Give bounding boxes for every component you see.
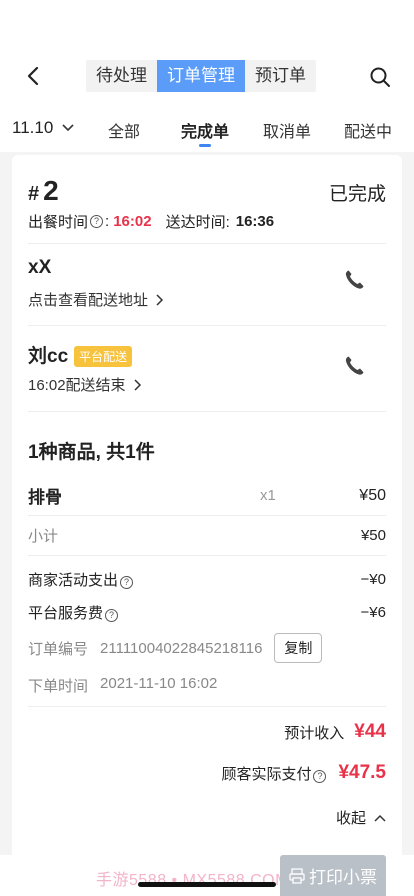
merchant-promo-label: 商家活动支出? bbox=[28, 569, 135, 590]
subtotal-value: ¥50 bbox=[360, 527, 386, 544]
order-card: #2 已完成 出餐时间 ? : 16:02 送达时间: 16:36 xX 点击查… bbox=[12, 155, 402, 896]
divider bbox=[28, 706, 386, 707]
service-fee-value: −¥6 bbox=[360, 604, 386, 621]
merchant-promo-label-text: 商家活动支出 bbox=[28, 572, 119, 589]
item-row: 排骨 x1 ¥50 bbox=[28, 483, 386, 508]
help-icon[interactable]: ? bbox=[313, 769, 327, 783]
phone-icon[interactable] bbox=[342, 354, 366, 378]
header-segmented-control: 待处理 订单管理 预订单 bbox=[86, 60, 316, 92]
chevron-right-icon bbox=[156, 293, 164, 306]
address-link[interactable]: 点击查看配送地址 bbox=[28, 289, 164, 310]
order-time-row: 下单时间 2021-11-10 16:02 bbox=[28, 675, 217, 696]
chevron-right-icon bbox=[134, 378, 141, 391]
est-income-value: ¥44 bbox=[354, 721, 386, 742]
subtotal-row: 小计 ¥50 bbox=[28, 525, 386, 546]
paid-label-text: 顾客实际支付 bbox=[221, 765, 312, 783]
chevron-up-icon bbox=[374, 814, 386, 822]
meal-time: 16:02 bbox=[113, 213, 152, 230]
service-fee-label-text: 平台服务费 bbox=[28, 605, 104, 622]
delivery-time-label: 送达时间: bbox=[165, 214, 230, 231]
paid-row: 顾客实际支付? ¥47.5 bbox=[221, 762, 386, 784]
order-time-label: 下单时间 bbox=[28, 678, 89, 695]
collapse-button[interactable]: 收起 bbox=[336, 807, 386, 828]
order-number-value: 2 bbox=[43, 175, 59, 206]
divider bbox=[28, 325, 386, 326]
paid-label: 顾客实际支付? bbox=[221, 763, 328, 784]
top-bar: 待处理 订单管理 预订单 11.10 全部 完成单 取消单 配送中 bbox=[0, 0, 414, 152]
print-receipt-button[interactable]: 打印小票 bbox=[280, 855, 386, 896]
item-price: ¥50 bbox=[359, 486, 386, 504]
est-income-row: 预计收入 ¥44 bbox=[284, 721, 386, 743]
tab-completed[interactable]: 完成单 bbox=[181, 118, 229, 142]
order-number: #2 bbox=[28, 175, 59, 207]
home-indicator bbox=[138, 882, 276, 887]
copy-button[interactable]: 复制 bbox=[274, 633, 323, 663]
est-income-label: 预计收入 bbox=[284, 724, 345, 742]
collapse-label: 收起 bbox=[335, 810, 366, 827]
order-id-row: 订单编号 21111004022845218116 复制 bbox=[28, 633, 323, 663]
service-fee-label: 平台服务费? bbox=[28, 602, 120, 623]
merchant-promo-value: −¥0 bbox=[360, 571, 386, 588]
help-icon[interactable]: ? bbox=[120, 576, 134, 589]
divider bbox=[28, 555, 386, 556]
meal-time-label: 出餐时间 bbox=[28, 214, 89, 231]
paid-value: ¥47.5 bbox=[338, 762, 386, 783]
tab-cancelled[interactable]: 取消单 bbox=[263, 118, 311, 142]
help-icon[interactable]: ? bbox=[105, 609, 119, 622]
help-icon[interactable]: ? bbox=[90, 215, 104, 228]
customer-name: xX bbox=[28, 257, 52, 278]
order-number-prefix: # bbox=[28, 183, 40, 205]
item-qty: x1 bbox=[260, 487, 276, 504]
back-arrow-icon[interactable] bbox=[22, 64, 46, 88]
divider bbox=[28, 515, 386, 516]
rider-name: 刘cc 平台配送 bbox=[28, 341, 133, 368]
active-tab-indicator bbox=[199, 144, 211, 147]
order-id-value: 21111004022845218116 bbox=[100, 639, 263, 657]
delivery-time: 16:36 bbox=[235, 213, 275, 230]
order-status: 已完成 bbox=[328, 184, 386, 205]
rider-name-text: 刘cc bbox=[28, 346, 69, 367]
merchant-promo-row: 商家活动支出? −¥0 bbox=[28, 569, 386, 590]
item-name: 排骨 bbox=[28, 488, 62, 507]
search-icon[interactable] bbox=[368, 65, 392, 89]
tab-all[interactable]: 全部 bbox=[108, 118, 140, 142]
order-times: 出餐时间 ? : 16:02 送达时间: 16:36 bbox=[28, 213, 275, 231]
printer-icon bbox=[289, 867, 305, 884]
service-fee-row: 平台服务费? −¥6 bbox=[28, 602, 386, 623]
tab-delivering[interactable]: 配送中 bbox=[344, 118, 392, 142]
order-time-value: 2021-11-10 16:02 bbox=[100, 675, 218, 692]
tab-order-management[interactable]: 订单管理 bbox=[157, 60, 245, 92]
order-id-label: 订单编号 bbox=[28, 640, 89, 658]
divider bbox=[28, 411, 386, 412]
rider-status-link[interactable]: 16:02配送结束 bbox=[28, 374, 142, 395]
print-receipt-label: 打印小票 bbox=[309, 868, 377, 887]
subtotal-label: 小计 bbox=[28, 528, 59, 545]
tab-reservations[interactable]: 预订单 bbox=[245, 60, 316, 92]
divider bbox=[28, 243, 386, 244]
tab-pending[interactable]: 待处理 bbox=[86, 60, 157, 92]
delivery-badge: 平台配送 bbox=[74, 346, 133, 368]
rider-status-label: 16:02配送结束 bbox=[28, 377, 126, 394]
phone-icon[interactable] bbox=[342, 268, 366, 292]
address-link-label: 点击查看配送地址 bbox=[28, 292, 149, 309]
goods-summary: 1种商品, 共1件 bbox=[28, 442, 155, 463]
